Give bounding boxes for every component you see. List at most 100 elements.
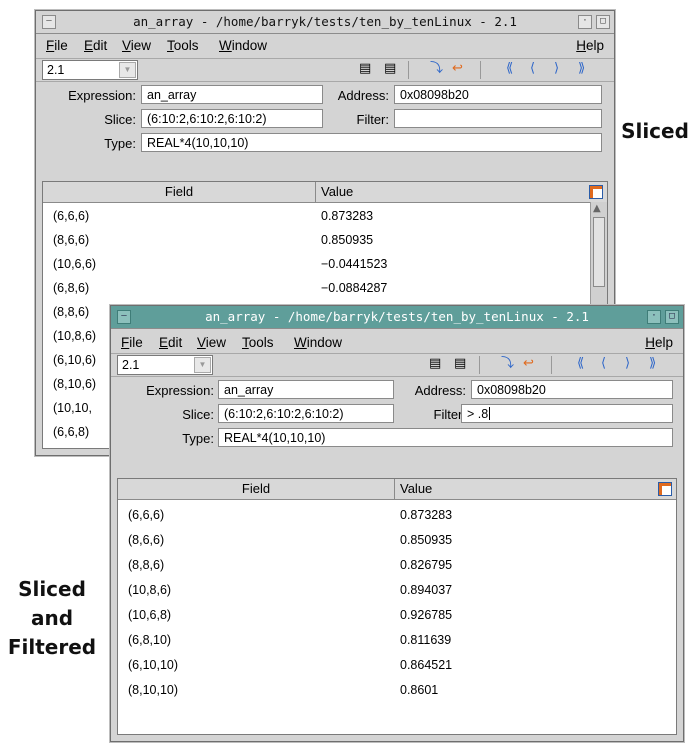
first-icon[interactable]: ⟪ <box>506 62 513 76</box>
undive-icon[interactable]: ↩ <box>523 357 534 371</box>
menu-help[interactable]: Help <box>576 38 604 53</box>
table-row[interactable]: (10,6,6) −0.0441523 <box>43 252 583 276</box>
window-menu-icon[interactable]: – <box>42 15 56 29</box>
undive-icon[interactable]: ↩ <box>452 62 463 76</box>
menu-file[interactable]: File <box>46 38 68 53</box>
filter-label: Filter: <box>356 112 390 127</box>
type-field[interactable]: REAL*4(10,10,10) <box>141 133 602 152</box>
expression-label: Expression: <box>68 88 136 103</box>
slice-field[interactable]: (6:10:2,6:10:2,6:10:2) <box>218 404 394 423</box>
scroll-thumb[interactable] <box>593 217 605 287</box>
row-value: 0.811639 <box>400 633 452 647</box>
minimize-icon[interactable]: · <box>578 15 592 29</box>
front-table-header: Field Value <box>118 479 676 500</box>
menu-view[interactable]: View <box>197 335 226 350</box>
combo-dropdown-icon[interactable]: ▼ <box>119 62 136 78</box>
menu-view[interactable]: View <box>122 38 151 53</box>
field-column-header[interactable]: Field <box>43 182 316 202</box>
toolbar-separator <box>551 356 552 374</box>
label-and-word: and <box>30 606 74 630</box>
previous-icon[interactable]: ⟨ <box>601 357 606 371</box>
front-title-bar[interactable]: – an_array - /home/barryk/tests/ten_by_t… <box>111 306 683 329</box>
table-row[interactable]: (6,6,6) 0.873283 <box>118 503 668 527</box>
next-icon[interactable]: ⟩ <box>625 357 630 371</box>
back-window-title: an_array - /home/barryk/tests/ten_by_ten… <box>133 14 517 29</box>
slice-field[interactable]: (6:10:2,6:10:2,6:10:2) <box>141 109 323 128</box>
row-value: 0.864521 <box>400 658 453 672</box>
thread-combo[interactable]: 2.1 ▼ <box>117 355 213 375</box>
expression-label: Expression: <box>146 383 214 398</box>
front-menu-bar: File Edit View Tools Window Help <box>111 329 683 353</box>
row-value: −0.0441523 <box>321 257 388 271</box>
filter-field[interactable] <box>394 109 602 128</box>
table-row[interactable]: (8,8,6) 0.826795 <box>118 553 668 577</box>
label-sliced-and-filtered: Sliced and Filtered <box>2 575 102 662</box>
scroll-up-icon[interactable]: ▲ <box>593 203 601 214</box>
table-row[interactable]: (6,8,6) −0.0884287 <box>43 276 583 300</box>
front-window-title: an_array - /home/barryk/tests/ten_by_ten… <box>205 309 589 324</box>
table-row[interactable]: (8,6,6) 0.850935 <box>118 528 668 552</box>
table-row[interactable]: (8,10,10) 0.8601 <box>118 678 668 702</box>
address-field[interactable]: 0x08098b20 <box>471 380 673 399</box>
back-fields: Expression: an_array Address: 0x08098b20… <box>36 81 614 170</box>
table-row[interactable]: (6,8,10) 0.811639 <box>118 628 668 652</box>
back-title-bar[interactable]: – an_array - /home/barryk/tests/ten_by_t… <box>36 11 614 34</box>
next-icon[interactable]: ⟩ <box>554 62 559 76</box>
maximize-icon[interactable]: □ <box>665 310 679 324</box>
column-chooser-icon[interactable] <box>658 482 672 496</box>
collapse-rows-icon[interactable]: ▤ <box>429 357 441 371</box>
row-field: (8,6,6) <box>128 533 165 547</box>
slice-label: Slice: <box>182 407 214 422</box>
row-field: (10,8,6) <box>128 583 172 597</box>
table-row[interactable]: (6,6,6) 0.873283 <box>43 204 583 228</box>
expression-field[interactable]: an_array <box>218 380 394 399</box>
row-field: (10,10, <box>53 401 92 415</box>
column-chooser-icon[interactable] <box>589 185 603 199</box>
menu-window[interactable]: Window <box>219 38 267 53</box>
expand-rows-icon[interactable]: ▤ <box>454 357 466 371</box>
value-column-header[interactable]: Value <box>321 182 353 202</box>
last-icon[interactable]: ⟫ <box>649 357 656 371</box>
collapse-rows-icon[interactable]: ▤ <box>359 62 371 76</box>
row-value: 0.894037 <box>400 583 453 597</box>
combo-dropdown-icon[interactable]: ▼ <box>194 357 211 373</box>
menu-file[interactable]: File <box>121 335 143 350</box>
table-row[interactable]: (10,6,8) 0.926785 <box>118 603 668 627</box>
row-field: (6,6,6) <box>128 508 165 522</box>
row-field: (8,6,6) <box>53 233 90 247</box>
menu-edit[interactable]: Edit <box>84 38 107 53</box>
toolbar-separator <box>480 61 481 79</box>
row-value: 0.8601 <box>400 683 439 697</box>
previous-icon[interactable]: ⟨ <box>530 62 535 76</box>
menu-edit[interactable]: Edit <box>159 335 182 350</box>
table-row[interactable]: (10,8,6) 0.894037 <box>118 578 668 602</box>
last-icon[interactable]: ⟫ <box>578 62 585 76</box>
dive-in-icon[interactable]: ⤵ <box>501 357 514 371</box>
value-column-header[interactable]: Value <box>400 479 432 499</box>
table-row[interactable]: (8,6,6) 0.850935 <box>43 228 583 252</box>
menu-tools[interactable]: Tools <box>242 335 274 350</box>
type-label: Type: <box>182 431 214 446</box>
menu-tools[interactable]: Tools <box>167 38 199 53</box>
thread-combo[interactable]: 2.1 ▼ <box>42 60 138 80</box>
maximize-icon[interactable]: □ <box>596 15 610 29</box>
row-field: (8,10,10) <box>128 683 179 697</box>
filter-field[interactable]: > .8 <box>461 404 673 423</box>
menu-window[interactable]: Window <box>294 335 342 350</box>
expand-rows-icon[interactable]: ▤ <box>384 62 396 76</box>
window-menu-icon[interactable]: – <box>117 310 131 324</box>
row-value: 0.873283 <box>400 508 453 522</box>
table-row[interactable]: (6,10,10) 0.864521 <box>118 653 668 677</box>
label-sliced: Sliced <box>621 119 689 143</box>
expression-field[interactable]: an_array <box>141 85 323 104</box>
row-value: 0.850935 <box>321 233 374 247</box>
address-field[interactable]: 0x08098b20 <box>394 85 602 104</box>
label-filtered-word: Filtered <box>7 635 97 659</box>
minimize-icon[interactable]: · <box>647 310 661 324</box>
dive-in-icon[interactable]: ⤵ <box>430 62 443 76</box>
field-column-header[interactable]: Field <box>118 479 395 499</box>
type-field[interactable]: REAL*4(10,10,10) <box>218 428 673 447</box>
first-icon[interactable]: ⟪ <box>577 357 584 371</box>
back-menu-bar: File Edit View Tools Window Help <box>36 34 614 58</box>
menu-help[interactable]: Help <box>645 335 673 350</box>
